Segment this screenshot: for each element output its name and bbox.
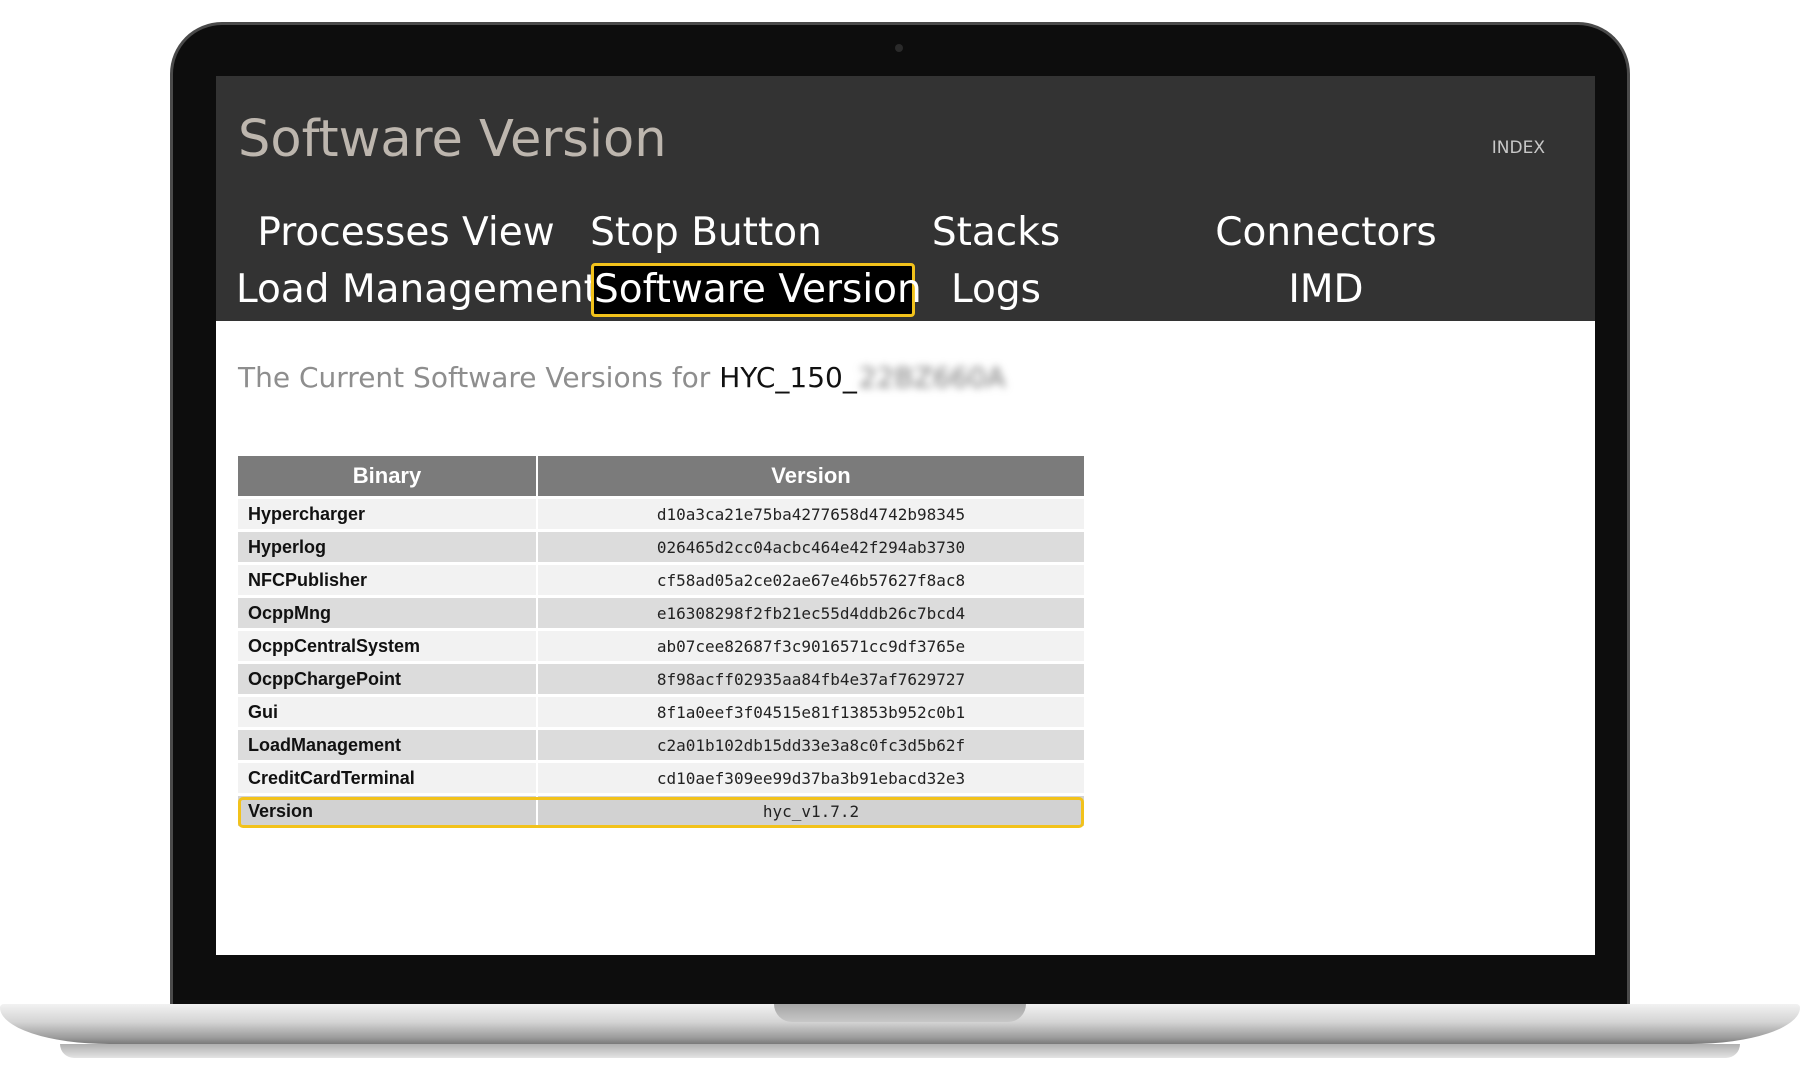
table-row: LoadManagement c2a01b102db15dd33e3a8c0fc… bbox=[238, 727, 1084, 762]
version-cell: cd10aef309ee99d37ba3b91ebacd32e3 bbox=[537, 760, 1084, 795]
version-cell: 026465d2cc04acbc464e42f294ab3730 bbox=[537, 529, 1084, 564]
binary-cell: LoadManagement bbox=[238, 727, 538, 762]
laptop-base-shadow bbox=[60, 1044, 1740, 1058]
host-name: HYC_150_ bbox=[719, 361, 857, 394]
version-cell: ab07cee82687f3c9016571cc9df3765e bbox=[537, 628, 1084, 663]
table-row: NFCPublisher cf58ad05a2ce02ae67e46b57627… bbox=[238, 562, 1084, 597]
table-row: Hypercharger d10a3ca21e75ba4277658d4742b… bbox=[238, 496, 1084, 531]
version-cell: 8f98acff02935aa84fb4e37af7629727 bbox=[537, 661, 1084, 696]
version-cell: cf58ad05a2ce02ae67e46b57627f8ac8 bbox=[537, 562, 1084, 597]
page-title: Software Version bbox=[238, 110, 667, 169]
table-header-row: Binary Version bbox=[238, 456, 1084, 498]
table-row-version-highlighted: Version hyc_v1.7.2 bbox=[238, 793, 1084, 826]
laptop-notch bbox=[774, 1004, 1026, 1022]
nav-item-connectors[interactable]: Connectors bbox=[1196, 206, 1456, 260]
index-link[interactable]: INDEX bbox=[1492, 138, 1545, 158]
nav-item-stop-button[interactable]: Stop Button bbox=[576, 206, 836, 260]
binary-cell: Version bbox=[238, 793, 538, 826]
versions-table: Binary Version Hypercharger d10a3ca21e75… bbox=[238, 456, 1084, 826]
subtitle-prefix: The Current Software Versions for bbox=[238, 361, 720, 394]
version-cell: 8f1a0eef3f04515e81f13853b952c0b1 bbox=[537, 694, 1084, 729]
table-row: OcppCentralSystem ab07cee82687f3c9016571… bbox=[238, 628, 1084, 663]
binary-cell: Hyperlog bbox=[238, 529, 538, 564]
host-suffix-obscured: 22BZ660A bbox=[858, 361, 1006, 394]
column-header-version: Version bbox=[537, 456, 1084, 498]
table-row: CreditCardTerminal cd10aef309ee99d37ba3b… bbox=[238, 760, 1084, 795]
page-header: Software Version INDEX Processes View St… bbox=[216, 76, 1595, 321]
binary-cell: NFCPublisher bbox=[238, 562, 538, 597]
nav-item-software-version[interactable]: Software Version bbox=[591, 263, 922, 317]
binary-cell: Hypercharger bbox=[238, 496, 538, 531]
browser-screen: Software Version INDEX Processes View St… bbox=[216, 76, 1595, 955]
nav-item-imd[interactable]: IMD bbox=[1226, 263, 1426, 317]
table-row: OcppChargePoint 8f98acff02935aa84fb4e37a… bbox=[238, 661, 1084, 696]
nav-item-logs[interactable]: Logs bbox=[896, 263, 1096, 317]
binary-cell: OcppCentralSystem bbox=[238, 628, 538, 663]
version-cell: hyc_v1.7.2 bbox=[537, 793, 1084, 826]
table-row: Hyperlog 026465d2cc04acbc464e42f294ab373… bbox=[238, 529, 1084, 564]
table-row: OcppMng e16308298f2fb21ec55d4ddb26c7bcd4 bbox=[238, 595, 1084, 630]
camera-icon bbox=[895, 44, 903, 52]
nav-item-processes-view[interactable]: Processes View bbox=[256, 206, 556, 260]
versions-subtitle: The Current Software Versions for HYC_15… bbox=[238, 361, 1005, 394]
table-row: Gui 8f1a0eef3f04515e81f13853b952c0b1 bbox=[238, 694, 1084, 729]
version-cell: e16308298f2fb21ec55d4ddb26c7bcd4 bbox=[537, 595, 1084, 630]
binary-cell: CreditCardTerminal bbox=[238, 760, 538, 795]
binary-cell: Gui bbox=[238, 694, 538, 729]
nav-item-stacks[interactable]: Stacks bbox=[896, 206, 1096, 260]
column-header-binary: Binary bbox=[238, 456, 538, 498]
version-cell: c2a01b102db15dd33e3a8c0fc3d5b62f bbox=[537, 727, 1084, 762]
main-nav: Processes View Stop Button Stacks Connec… bbox=[236, 206, 1536, 321]
binary-cell: OcppChargePoint bbox=[238, 661, 538, 696]
version-cell: d10a3ca21e75ba4277658d4742b98345 bbox=[537, 496, 1084, 531]
nav-item-load-management[interactable]: Load Management bbox=[236, 263, 599, 317]
binary-cell: OcppMng bbox=[238, 595, 538, 630]
